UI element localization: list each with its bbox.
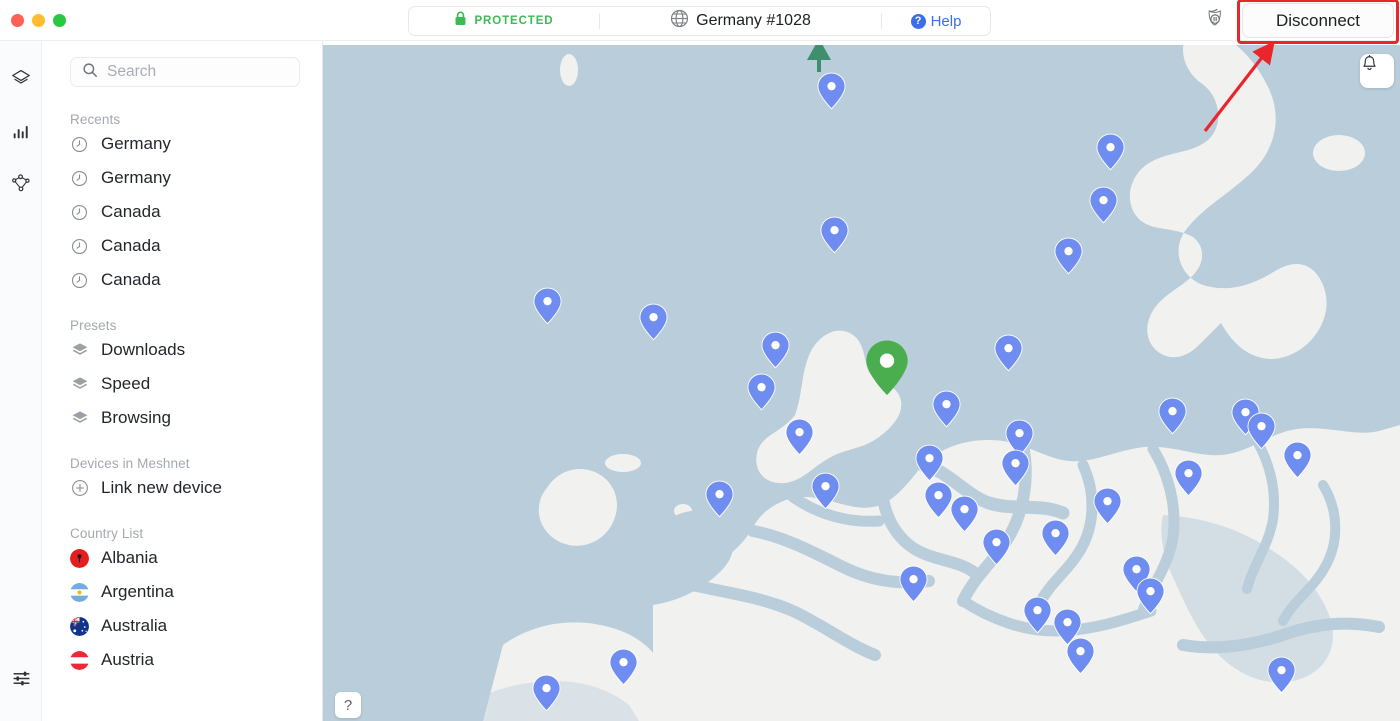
map-canvas[interactable]: ? − + (323, 45, 1400, 721)
preset-item-downloads[interactable]: Downloads (42, 333, 322, 367)
country-item-argentina[interactable]: Argentina (42, 575, 322, 609)
clock-icon (70, 238, 89, 255)
map-help-button[interactable]: ? (335, 692, 361, 718)
notifications-button[interactable] (1360, 54, 1394, 88)
clock-icon (70, 136, 89, 153)
recent-item-1[interactable]: Germany (42, 161, 322, 195)
map-landmass (443, 45, 1400, 721)
flag-albania-icon (70, 548, 89, 568)
layers-icon (10, 68, 32, 95)
preset-label: Downloads (101, 340, 186, 359)
flag-australia-icon (70, 616, 89, 636)
window-traffic-lights (0, 13, 66, 27)
status-bar: PROTECTED Germany #1028 ? Help (408, 6, 991, 36)
question-circle-icon: ? (910, 13, 926, 29)
close-window-button[interactable] (11, 13, 24, 27)
left-rail (0, 41, 42, 721)
section-presets: Presets Downloads Speed Browsing (42, 318, 322, 435)
sidebar: Search Recents Germany Germany Canada Ca… (42, 41, 323, 721)
disconnect-label: Disconnect (1275, 10, 1361, 30)
link-new-device-label: Link new device (101, 478, 222, 497)
connection-status-label: PROTECTED (474, 15, 554, 27)
shield-pause-icon (1203, 7, 1226, 35)
section-recents: Recents Germany Germany Canada Canada Ca… (42, 112, 322, 297)
preset-item-speed[interactable]: Speed (42, 367, 322, 401)
country-item-austria[interactable]: Austria (42, 643, 322, 677)
recent-item-3[interactable]: Canada (42, 229, 322, 263)
country-label: Albania (101, 548, 158, 567)
rail-item-settings[interactable] (0, 661, 42, 701)
rail-item-meshnet[interactable] (0, 165, 42, 205)
globe-icon (670, 9, 689, 33)
meshnet-icon (10, 172, 32, 199)
section-country-list: Country List Albania Argentina Australia… (42, 526, 322, 677)
connection-status: PROTECTED (409, 7, 599, 35)
help-button[interactable]: ? Help (882, 7, 990, 35)
country-item-australia[interactable]: Australia (42, 609, 322, 643)
recent-label: Canada (101, 236, 161, 255)
server-indicator[interactable]: Germany #1028 (600, 7, 881, 35)
search-container: Search (42, 41, 322, 87)
section-title-presets: Presets (70, 318, 117, 333)
tree-icon (807, 45, 831, 72)
country-label: Austria (101, 650, 154, 669)
link-new-device-button[interactable]: Link new device (42, 471, 322, 505)
rail-item-layers[interactable] (0, 61, 42, 101)
pause-vpn-button[interactable] (1200, 8, 1228, 34)
preset-label: Speed (101, 374, 151, 393)
recent-item-2[interactable]: Canada (42, 195, 322, 229)
search-icon (82, 62, 98, 83)
recent-label: Germany (101, 168, 171, 187)
rail-item-stats[interactable] (0, 113, 42, 153)
section-meshnet-devices: Devices in Meshnet Link new device (42, 456, 322, 505)
lock-icon (454, 11, 467, 31)
clock-icon (70, 170, 89, 187)
preset-item-browsing[interactable]: Browsing (42, 401, 322, 435)
map-help-label: ? (343, 696, 353, 714)
layers-icon (70, 409, 89, 427)
flag-austria-icon (70, 650, 89, 670)
section-title-recents: Recents (70, 112, 121, 127)
recent-item-4[interactable]: Canada (42, 263, 322, 297)
bar-chart-icon (10, 120, 32, 147)
plus-circle-icon (70, 479, 89, 497)
flag-argentina-icon (70, 582, 89, 602)
vpn-app-window: PROTECTED Germany #1028 ? Help Disconnec… (0, 0, 1400, 721)
search-input[interactable]: Search (70, 57, 300, 87)
section-title-country-list: Country List (70, 526, 144, 541)
layers-icon (70, 375, 89, 393)
layers-icon (70, 341, 89, 359)
minimize-window-button[interactable] (32, 13, 45, 27)
server-name-label: Germany #1028 (696, 12, 811, 29)
help-label: Help (930, 12, 962, 30)
clock-icon (70, 272, 89, 289)
disconnect-button[interactable]: Disconnect (1242, 3, 1394, 38)
clock-icon (70, 204, 89, 221)
recent-label: Canada (101, 270, 161, 289)
country-label: Australia (101, 616, 168, 635)
preset-label: Browsing (101, 408, 171, 427)
country-item-albania[interactable]: Albania (42, 541, 322, 575)
recent-label: Germany (101, 134, 171, 153)
sliders-icon (11, 668, 32, 694)
zoom-window-button[interactable] (53, 13, 66, 27)
country-label: Argentina (101, 582, 174, 601)
search-placeholder: Search (107, 63, 157, 80)
section-title-meshnet: Devices in Meshnet (70, 456, 190, 471)
recent-label: Canada (101, 202, 161, 221)
recent-item-0[interactable]: Germany (42, 127, 322, 161)
